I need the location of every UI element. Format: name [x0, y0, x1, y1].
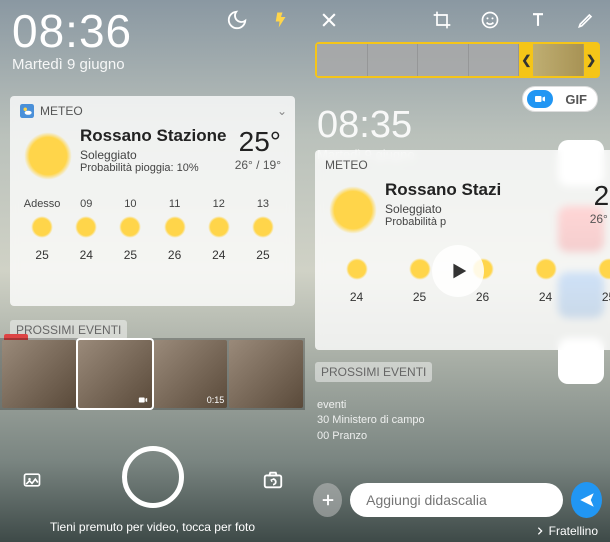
gallery-button[interactable]: [18, 466, 46, 494]
crop-icon[interactable]: [428, 6, 456, 34]
lock-clock: 08:36: [12, 8, 132, 54]
video-mode-icon[interactable]: [527, 90, 553, 108]
weather-range: 26° / 19°: [235, 158, 281, 172]
video-edit-screen: ❮ ❯ GIF 08:35 Martedì 9 giugno METEO Ros…: [305, 0, 610, 542]
sun-icon: [119, 216, 141, 238]
hour-temp: 26: [476, 290, 489, 304]
hour-temp: 24: [212, 248, 225, 262]
trim-handle-right[interactable]: ❯: [584, 44, 598, 76]
sun-icon: [252, 216, 274, 238]
thumbnail[interactable]: 0:15: [154, 340, 228, 408]
thumbnail-selected[interactable]: [78, 340, 152, 408]
events-title: eventi: [317, 398, 425, 413]
weather-probability: Probabilità p: [385, 216, 590, 228]
sun-icon: [75, 216, 97, 238]
chevron-right-icon: [535, 526, 545, 536]
weather-location: Rossano Stazi: [385, 180, 590, 200]
hour-temp: 24: [350, 290, 363, 304]
weather-temp: 25°: [235, 126, 281, 158]
hour-label: 12: [213, 198, 225, 210]
hour-temp: 25: [602, 290, 610, 304]
events-line: 00 Pranzo: [317, 429, 425, 444]
hour-label: 09: [80, 198, 92, 210]
sun-icon: [164, 216, 186, 238]
events-detail: eventi 30 Ministero di campo 00 Pranzo: [317, 398, 425, 444]
hour-temp: 24: [539, 290, 552, 304]
sun-icon: [346, 258, 368, 280]
lock-date: Martedì 9 giugno: [12, 56, 125, 73]
upcoming-events-label: PROSSIMI EVENTI: [315, 362, 432, 382]
weather-app-icon: [20, 104, 34, 118]
weather-location: Rossano Stazione: [80, 126, 235, 146]
hour-temp: 25: [35, 248, 48, 262]
weather-temp: 25°: [590, 180, 610, 212]
hour-label: Adesso: [24, 198, 61, 210]
thumbnail[interactable]: [2, 340, 76, 408]
media-thumbnail-strip[interactable]: 0:15: [0, 338, 305, 410]
send-button[interactable]: [571, 482, 602, 518]
camera-capture-screen: 08:36 Martedì 9 giugno METEO ⌄ Rossano S…: [0, 0, 305, 542]
trim-handle-left[interactable]: ❮: [519, 44, 533, 76]
shutter-button[interactable]: [122, 446, 184, 508]
caption-input[interactable]: [350, 483, 563, 517]
events-line: 30 Ministero di campo: [317, 413, 425, 428]
thumbnail[interactable]: [229, 340, 303, 408]
gif-mode-label[interactable]: GIF: [559, 92, 593, 107]
hour-temp: 24: [80, 248, 93, 262]
emoji-icon[interactable]: [476, 6, 504, 34]
widget-label: METEO: [325, 158, 368, 172]
text-tool-icon[interactable]: [524, 6, 552, 34]
weather-condition: Soleggiato: [385, 202, 590, 216]
sun-icon: [598, 258, 610, 280]
camera-hint: Tieni premuto per video, tocca per foto: [0, 520, 305, 534]
recipient-chip[interactable]: Fratellino: [535, 524, 598, 538]
caption-bar: [305, 482, 610, 518]
hour-temp: 25: [413, 290, 426, 304]
video-gif-toggle[interactable]: GIF: [522, 86, 598, 112]
editor-toolbar: [305, 0, 610, 40]
sun-icon: [329, 186, 377, 234]
hourly-forecast: Adesso 25 09 24 10 25 11 26 12 24 13 25: [20, 198, 285, 262]
weather-widget: METEO ⌄ Rossano Stazione Soleggiato Prob…: [10, 96, 295, 306]
add-media-button[interactable]: [313, 483, 342, 517]
chevron-down-icon[interactable]: ⌄: [277, 104, 287, 118]
hour-temp: 25: [256, 248, 269, 262]
video-duration: 0:15: [207, 395, 225, 405]
lock-clock: 08:35: [317, 104, 415, 147]
sun-icon: [409, 258, 431, 280]
weather-range: 26° / 19°: [590, 212, 610, 226]
weather-condition: Soleggiato: [80, 148, 235, 162]
sun-icon: [24, 132, 72, 180]
draw-icon[interactable]: [572, 6, 600, 34]
status-overlay: 08:36: [0, 0, 305, 56]
camera-flip-button[interactable]: [259, 466, 287, 494]
hour-temp: 25: [124, 248, 137, 262]
video-badge-icon: [137, 395, 149, 405]
hour-label: 11: [169, 198, 180, 210]
sun-icon: [31, 216, 53, 238]
video-trim-timeline[interactable]: ❮ ❯: [315, 42, 600, 78]
play-button[interactable]: [432, 245, 484, 297]
sun-icon: [208, 216, 230, 238]
sun-icon: [535, 258, 557, 280]
widget-label: METEO: [40, 104, 83, 118]
hour-temp: 26: [168, 248, 181, 262]
camera-controls: Tieni premuto per video, tocca per foto: [0, 426, 305, 542]
recipient-name: Fratellino: [549, 524, 598, 538]
hour-label: 10: [124, 198, 136, 210]
weather-probability: Probabilità pioggia: 10%: [80, 162, 235, 174]
hour-label: 13: [257, 198, 269, 210]
close-icon[interactable]: [315, 6, 343, 34]
